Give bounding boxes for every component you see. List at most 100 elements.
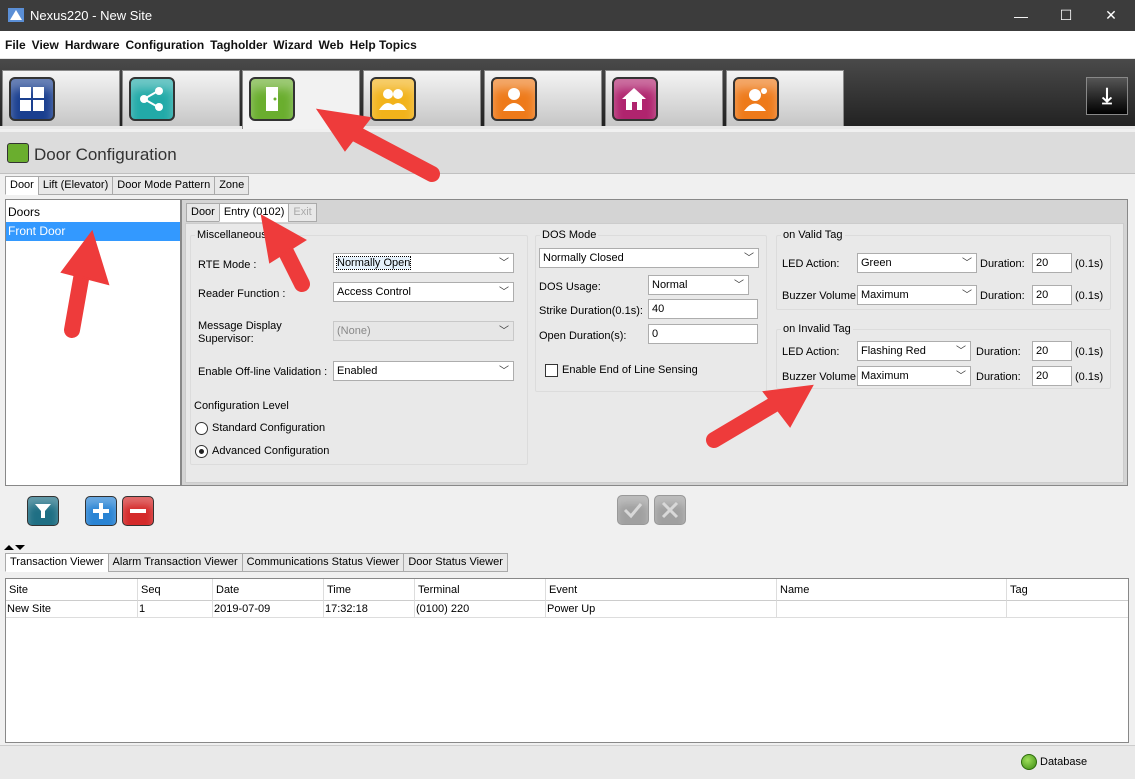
module-tab-users[interactable] — [484, 70, 602, 126]
invalid-led-value: Flashing Red — [861, 345, 926, 357]
invalid-buzzer-duration-input[interactable]: 20 — [1032, 366, 1072, 386]
column-header-site[interactable]: Site — [6, 579, 138, 601]
column-header-date[interactable]: Date — [213, 579, 324, 601]
valid-buzzer-duration-label: Duration: — [980, 290, 1025, 302]
app-logo-icon — [8, 8, 24, 22]
table-cell-tag[interactable] — [1007, 601, 1128, 618]
table-cell-date[interactable]: 2019-07-09 — [213, 601, 324, 618]
tab-door-mode-pattern[interactable]: Door Mode Pattern — [112, 176, 216, 195]
filter-button[interactable] — [27, 496, 59, 526]
end-of-line-label[interactable]: Enable End of Line Sensing — [562, 364, 698, 377]
tab-alarm-transaction-viewer[interactable]: Alarm Transaction Viewer — [107, 553, 243, 572]
table-cell-seq[interactable]: 1 — [138, 601, 213, 618]
module-tab-doors[interactable] — [242, 70, 360, 129]
reader-function-value: Access Control — [337, 286, 411, 298]
table-cell-site[interactable]: New Site — [6, 601, 138, 618]
open-duration-label: Open Duration(s): — [539, 330, 627, 342]
tab-entry[interactable]: Entry (0102) — [218, 203, 290, 222]
list-item-front-door[interactable]: Front Door — [6, 222, 180, 241]
advanced-config-radio[interactable] — [195, 445, 208, 458]
menu-file[interactable]: File — [5, 38, 26, 52]
invalid-buzzer-select[interactable]: Maximum ﹀ — [857, 366, 971, 386]
module-tab-dashboard[interactable] — [2, 70, 120, 126]
chevron-down-icon: ﹀ — [499, 258, 509, 269]
door-icon — [249, 77, 295, 121]
invalid-buzzer-duration-label: Duration: — [976, 371, 1021, 383]
rte-mode-select[interactable]: Normally Open ﹀ — [333, 253, 514, 273]
delete-button[interactable] — [122, 496, 154, 526]
advanced-config-label[interactable]: Advanced Configuration — [212, 445, 329, 458]
panel-splitter[interactable] — [0, 540, 1135, 550]
table-cell-time[interactable]: 17:32:18 — [324, 601, 415, 618]
chevron-down-icon: ﹀ — [499, 366, 509, 377]
viewer-tab-strip: Transaction Viewer Alarm Transaction Vie… — [5, 553, 508, 572]
menu-view[interactable]: View — [32, 38, 59, 52]
tab-transaction-viewer[interactable]: Transaction Viewer — [5, 553, 109, 572]
column-header-event[interactable]: Event — [546, 579, 777, 601]
tab-lift-elevator[interactable]: Lift (Elevator) — [37, 176, 114, 195]
minimize-button[interactable]: — — [998, 0, 1044, 31]
maximize-button[interactable]: ☐ — [1043, 0, 1089, 31]
standard-config-label[interactable]: Standard Configuration — [212, 422, 325, 435]
table-cell-terminal[interactable]: (0100) 220 — [415, 601, 546, 618]
menu-help-topics[interactable]: Help Topics — [350, 38, 417, 52]
table-cell-name[interactable] — [777, 601, 1007, 618]
title-bar: Nexus220 - New Site — ☐ ✕ — [0, 0, 1135, 31]
valid-buzzer-duration-input[interactable]: 20 — [1032, 285, 1072, 305]
column-header-tag[interactable]: Tag — [1007, 579, 1128, 601]
dos-mode-select[interactable]: Normally Closed ﹀ — [539, 248, 759, 268]
plus-icon — [93, 503, 109, 519]
menu-hardware[interactable]: Hardware — [65, 38, 120, 52]
invalid-led-select[interactable]: Flashing Red ﹀ — [857, 341, 971, 361]
strike-duration-input[interactable]: 40 — [648, 299, 758, 319]
module-tab-sites[interactable] — [605, 70, 723, 126]
valid-led-select[interactable]: Green ﹀ — [857, 253, 977, 273]
menu-tagholder[interactable]: Tagholder — [210, 38, 267, 52]
close-button[interactable]: ✕ — [1088, 0, 1134, 31]
open-duration-input[interactable]: 0 — [648, 324, 758, 344]
table-cell-event[interactable]: Power Up — [546, 601, 777, 618]
tab-communications-status-viewer[interactable]: Communications Status Viewer — [241, 553, 405, 572]
invalid-led-duration-input[interactable]: 20 — [1032, 341, 1072, 361]
database-status-label: Database — [1040, 756, 1088, 768]
valid-led-unit: (0.1s) — [1075, 258, 1104, 270]
module-tab-network[interactable] — [122, 70, 240, 126]
module-tab-user-alerts[interactable] — [726, 70, 844, 126]
list-header: Doors — [8, 205, 41, 219]
user-alert-icon — [733, 77, 779, 121]
offline-validation-label: Enable Off-line Validation : — [198, 366, 328, 378]
valid-led-duration-input[interactable]: 20 — [1032, 253, 1072, 273]
reader-function-select[interactable]: Access Control ﹀ — [333, 282, 514, 302]
menu-wizard[interactable]: Wizard — [273, 38, 312, 52]
module-toolbar — [0, 59, 1135, 129]
end-of-line-checkbox[interactable] — [545, 364, 558, 377]
tab-zone[interactable]: Zone — [214, 176, 250, 195]
column-header-name[interactable]: Name — [777, 579, 1007, 601]
menu-web[interactable]: Web — [319, 38, 344, 52]
download-arrow-icon[interactable]: ⤓ — [1086, 77, 1128, 115]
tab-door[interactable]: Door — [5, 176, 39, 195]
chevron-down-icon: ﹀ — [499, 326, 509, 337]
filter-icon — [35, 504, 51, 518]
house-key-icon — [612, 77, 658, 121]
save-button — [617, 495, 649, 525]
add-button[interactable] — [85, 496, 117, 526]
standard-config-radio[interactable] — [195, 422, 208, 435]
chevron-down-icon: ﹀ — [956, 346, 966, 357]
column-header-seq[interactable]: Seq — [138, 579, 213, 601]
message-display-label: Message Display Supervisor: — [198, 320, 282, 345]
chevron-down-icon: ﹀ — [744, 253, 754, 264]
valid-buzzer-select[interactable]: Maximum ﹀ — [857, 285, 977, 305]
dos-usage-select[interactable]: Normal ﹀ — [648, 275, 749, 295]
message-display-value: (None) — [337, 325, 371, 337]
column-header-terminal[interactable]: Terminal — [415, 579, 546, 601]
menu-configuration[interactable]: Configuration — [126, 38, 205, 52]
offline-validation-select[interactable]: Enabled ﹀ — [333, 361, 514, 381]
database-status-icon — [1021, 754, 1037, 770]
config-level-label: Configuration Level — [194, 400, 289, 412]
column-header-time[interactable]: Time — [324, 579, 415, 601]
tab-door-status-viewer[interactable]: Door Status Viewer — [403, 553, 508, 572]
module-tab-user-groups[interactable] — [363, 70, 481, 126]
tab-door-settings[interactable]: Door — [186, 203, 220, 222]
transaction-grid: Site Seq Date Time Terminal Event Name T… — [5, 578, 1129, 743]
